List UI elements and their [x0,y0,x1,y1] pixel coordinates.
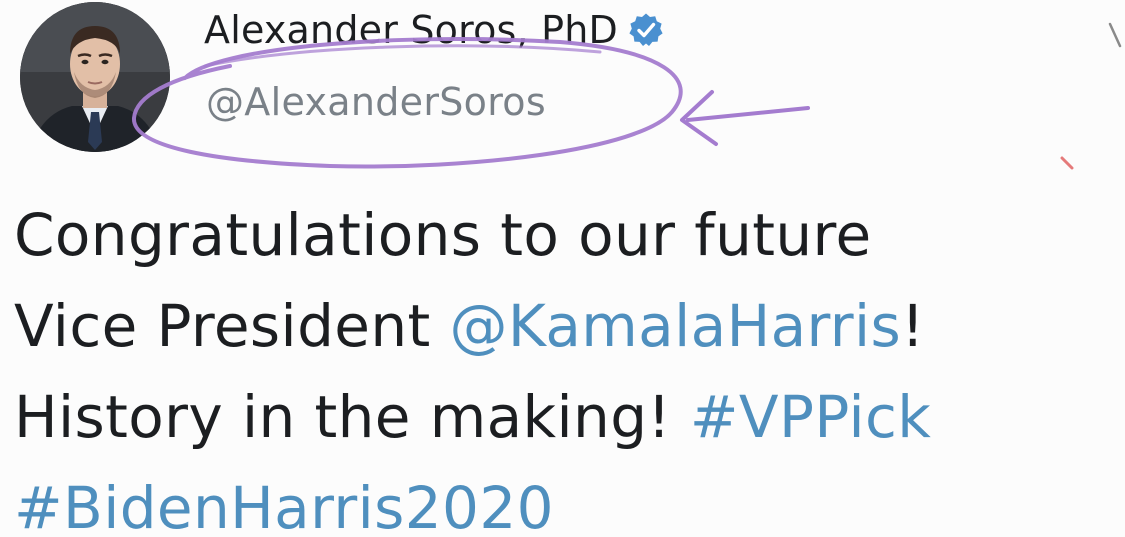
tweet-card: Alexander Soros, PhD @AlexanderSoros Con… [0,0,1125,537]
tweet-text: Congratulations to our future Vice Presi… [14,190,1114,537]
tweet-line-3: History in the making! #VPPick [14,372,1114,463]
tweet-text-segment: Vice President [14,292,450,360]
tweet-text-segment: Congratulations to our future [14,201,872,269]
tweet-line-2: Vice President @KamalaHarris! [14,281,1114,372]
tweet-text-segment: History in the making! [14,383,690,451]
display-name[interactable]: Alexander Soros, PhD [204,8,618,52]
tweet-line-1: Congratulations to our future [14,190,1114,281]
avatar[interactable] [20,2,170,152]
author-handle[interactable]: @AlexanderSoros [206,80,546,124]
hashtag-link-vppick[interactable]: #VPPick [690,383,931,451]
tweet-line-4: #BidenHarris2020 [14,463,1114,537]
author-name-row: Alexander Soros, PhD [204,4,664,56]
tweet-text-segment: ! [901,292,925,360]
more-options-icon[interactable] [1108,22,1122,48]
verified-badge-icon [628,12,664,48]
hashtag-link-bidenharris2020[interactable]: #BidenHarris2020 [14,474,554,537]
profile-photo [20,2,170,152]
mention-link-kamalaharris[interactable]: @KamalaHarris [450,292,902,360]
